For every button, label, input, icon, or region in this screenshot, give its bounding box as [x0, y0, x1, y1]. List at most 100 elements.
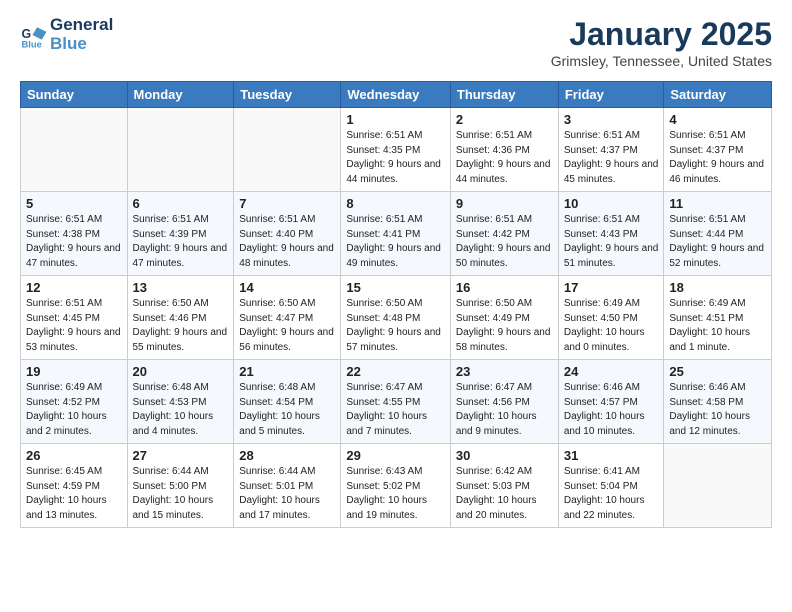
day-number: 1 [346, 112, 445, 127]
calendar-cell: 19 Sunrise: 6:49 AM Sunset: 4:52 PM Dayli… [21, 360, 128, 444]
calendar-week-row: 5Sunrise: 6:51 AM Sunset: 4:38 PM Daylig… [21, 192, 772, 276]
day-info: Sunrise: 6:45 AM Sunset: 4:59 PM Dayligh… [26, 465, 122, 523]
day-number: 7 [239, 196, 335, 211]
day-info: Sunrise: 6:51 AM Sunset: 4:39 PM Dayligh… [133, 213, 229, 271]
logo-icon: G Blue [20, 21, 48, 49]
day-number: 30 [456, 448, 553, 463]
calendar-cell: 1 Sunrise: 6:51 AM Sunset: 4:35 PM Daylig… [341, 108, 451, 192]
day-info: Sunrise: 6:51 AM Sunset: 4:37 PM Dayligh… [669, 129, 766, 187]
day-number: 17 [564, 280, 659, 295]
calendar-col-header: Saturday [664, 82, 772, 108]
calendar-cell: 10Sunrise: 6:51 AM Sunset: 4:43 PM Dayli… [558, 192, 664, 276]
header: G Blue General Blue January 2025 Grimsle… [20, 16, 772, 69]
day-info: Sunrise: 6:47 AM Sunset: 4:56 PM Dayligh… [456, 381, 553, 439]
calendar-col-header: Thursday [450, 82, 558, 108]
calendar-cell [234, 108, 341, 192]
day-number: 20 [133, 364, 229, 379]
day-number: 16 [456, 280, 553, 295]
day-number: 22 [346, 364, 445, 379]
logo-blue: Blue [50, 34, 87, 53]
location: Grimsley, Tennessee, United States [551, 53, 772, 69]
day-info: Sunrise: 6:49 AM Sunset: 4:52 PM Dayligh… [26, 381, 122, 439]
day-info: Sunrise: 6:51 AM Sunset: 4:38 PM Dayligh… [26, 213, 122, 271]
calendar-cell: 18 Sunrise: 6:49 AM Sunset: 4:51 PM Dayli… [664, 276, 772, 360]
day-number: 2 [456, 112, 553, 127]
calendar-cell [127, 108, 234, 192]
calendar-cell: 30 Sunrise: 6:42 AM Sunset: 5:03 PM Dayli… [450, 444, 558, 528]
calendar-header-row: SundayMondayTuesdayWednesdayThursdayFrid… [21, 82, 772, 108]
day-number: 10 [564, 196, 659, 211]
calendar-cell: 3Sunrise: 6:51 AM Sunset: 4:37 PM Daylig… [558, 108, 664, 192]
calendar-cell: 26 Sunrise: 6:45 AM Sunset: 4:59 PM Dayli… [21, 444, 128, 528]
calendar-cell: 23 Sunrise: 6:47 AM Sunset: 4:56 PM Dayli… [450, 360, 558, 444]
day-info: Sunrise: 6:50 AM Sunset: 4:46 PM Dayligh… [133, 297, 229, 355]
calendar-week-row: 1 Sunrise: 6:51 AM Sunset: 4:35 PM Daylig… [21, 108, 772, 192]
day-info: Sunrise: 6:43 AM Sunset: 5:02 PM Dayligh… [346, 465, 445, 523]
day-number: 12 [26, 280, 122, 295]
calendar-cell: 29 Sunrise: 6:43 AM Sunset: 5:02 PM Dayli… [341, 444, 451, 528]
day-number: 26 [26, 448, 122, 463]
day-info: Sunrise: 6:50 AM Sunset: 4:47 PM Dayligh… [239, 297, 335, 355]
calendar-week-row: 26 Sunrise: 6:45 AM Sunset: 4:59 PM Dayli… [21, 444, 772, 528]
calendar-cell: 11 Sunrise: 6:51 AM Sunset: 4:44 PM Dayli… [664, 192, 772, 276]
day-number: 11 [669, 196, 766, 211]
day-info: Sunrise: 6:48 AM Sunset: 4:53 PM Dayligh… [133, 381, 229, 439]
day-number: 25 [669, 364, 766, 379]
day-info: Sunrise: 6:44 AM Sunset: 5:01 PM Dayligh… [239, 465, 335, 523]
title-block: January 2025 Grimsley, Tennessee, United… [551, 16, 772, 69]
day-number: 23 [456, 364, 553, 379]
calendar-cell: 6 Sunrise: 6:51 AM Sunset: 4:39 PM Daylig… [127, 192, 234, 276]
day-info: Sunrise: 6:51 AM Sunset: 4:42 PM Dayligh… [456, 213, 553, 271]
day-number: 15 [346, 280, 445, 295]
calendar-cell: 4 Sunrise: 6:51 AM Sunset: 4:37 PM Daylig… [664, 108, 772, 192]
calendar-cell: 14Sunrise: 6:50 AM Sunset: 4:47 PM Dayli… [234, 276, 341, 360]
calendar-cell: 22 Sunrise: 6:47 AM Sunset: 4:55 PM Dayli… [341, 360, 451, 444]
calendar-cell: 16 Sunrise: 6:50 AM Sunset: 4:49 PM Dayli… [450, 276, 558, 360]
day-info: Sunrise: 6:51 AM Sunset: 4:44 PM Dayligh… [669, 213, 766, 271]
day-info: Sunrise: 6:47 AM Sunset: 4:55 PM Dayligh… [346, 381, 445, 439]
day-number: 13 [133, 280, 229, 295]
logo: G Blue General Blue [20, 16, 113, 53]
calendar-week-row: 12Sunrise: 6:51 AM Sunset: 4:45 PM Dayli… [21, 276, 772, 360]
svg-text:Blue: Blue [22, 39, 42, 49]
calendar-cell: 28Sunrise: 6:44 AM Sunset: 5:01 PM Dayli… [234, 444, 341, 528]
calendar-cell: 24 Sunrise: 6:46 AM Sunset: 4:57 PM Dayli… [558, 360, 664, 444]
day-number: 4 [669, 112, 766, 127]
calendar-col-header: Friday [558, 82, 664, 108]
day-number: 8 [346, 196, 445, 211]
calendar-col-header: Wednesday [341, 82, 451, 108]
calendar-cell: 21 Sunrise: 6:48 AM Sunset: 4:54 PM Dayli… [234, 360, 341, 444]
calendar-cell: 5Sunrise: 6:51 AM Sunset: 4:38 PM Daylig… [21, 192, 128, 276]
day-number: 19 [26, 364, 122, 379]
calendar-cell [21, 108, 128, 192]
calendar-cell: 12Sunrise: 6:51 AM Sunset: 4:45 PM Dayli… [21, 276, 128, 360]
calendar-cell: 7 Sunrise: 6:51 AM Sunset: 4:40 PM Daylig… [234, 192, 341, 276]
day-info: Sunrise: 6:42 AM Sunset: 5:03 PM Dayligh… [456, 465, 553, 523]
calendar-cell: 13 Sunrise: 6:50 AM Sunset: 4:46 PM Dayli… [127, 276, 234, 360]
day-number: 3 [564, 112, 659, 127]
day-info: Sunrise: 6:49 AM Sunset: 4:51 PM Dayligh… [669, 297, 766, 355]
logo-general: General [50, 15, 113, 34]
day-info: Sunrise: 6:48 AM Sunset: 4:54 PM Dayligh… [239, 381, 335, 439]
day-number: 6 [133, 196, 229, 211]
day-info: Sunrise: 6:46 AM Sunset: 4:58 PM Dayligh… [669, 381, 766, 439]
day-number: 18 [669, 280, 766, 295]
calendar-cell: 17Sunrise: 6:49 AM Sunset: 4:50 PM Dayli… [558, 276, 664, 360]
day-info: Sunrise: 6:51 AM Sunset: 4:36 PM Dayligh… [456, 129, 553, 187]
day-info: Sunrise: 6:50 AM Sunset: 4:49 PM Dayligh… [456, 297, 553, 355]
day-number: 24 [564, 364, 659, 379]
day-info: Sunrise: 6:51 AM Sunset: 4:40 PM Dayligh… [239, 213, 335, 271]
day-number: 29 [346, 448, 445, 463]
month-title: January 2025 [551, 16, 772, 53]
calendar-cell: 9Sunrise: 6:51 AM Sunset: 4:42 PM Daylig… [450, 192, 558, 276]
calendar-cell: 15Sunrise: 6:50 AM Sunset: 4:48 PM Dayli… [341, 276, 451, 360]
day-info: Sunrise: 6:44 AM Sunset: 5:00 PM Dayligh… [133, 465, 229, 523]
calendar-week-row: 19 Sunrise: 6:49 AM Sunset: 4:52 PM Dayli… [21, 360, 772, 444]
calendar-col-header: Sunday [21, 82, 128, 108]
calendar-cell: 31Sunrise: 6:41 AM Sunset: 5:04 PM Dayli… [558, 444, 664, 528]
calendar-col-header: Tuesday [234, 82, 341, 108]
day-number: 21 [239, 364, 335, 379]
day-info: Sunrise: 6:46 AM Sunset: 4:57 PM Dayligh… [564, 381, 659, 439]
day-info: Sunrise: 6:51 AM Sunset: 4:35 PM Dayligh… [346, 129, 445, 187]
day-number: 27 [133, 448, 229, 463]
